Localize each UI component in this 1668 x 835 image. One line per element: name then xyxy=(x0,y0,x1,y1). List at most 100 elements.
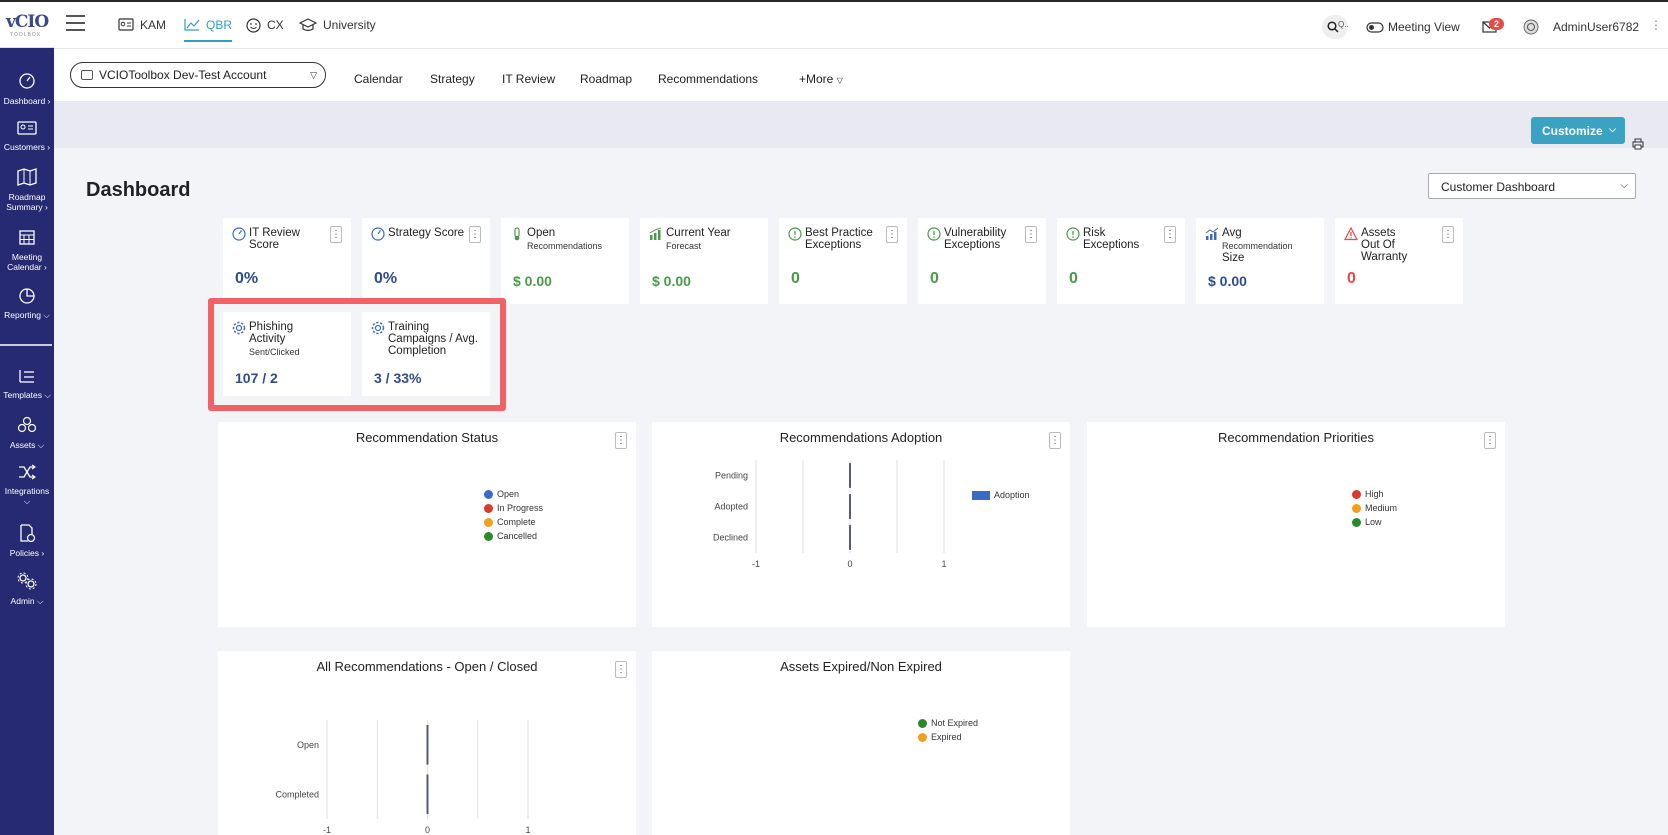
chevron-down-icon: ▽ xyxy=(310,70,317,80)
page-title: Dashboard xyxy=(86,179,191,201)
card-value: 0 xyxy=(1069,270,1078,287)
trend-chart-icon xyxy=(1205,227,1219,240)
more-options-icon[interactable]: ⋮ xyxy=(1650,18,1662,32)
card-menu-button[interactable]: ⋮ xyxy=(886,226,898,243)
bar[interactable] xyxy=(426,724,429,765)
highlight-box xyxy=(208,298,506,411)
chart-legend: Not Expired Expired xyxy=(918,716,978,744)
chevron-down-icon: ⌵ xyxy=(1620,180,1628,191)
menu-icon[interactable] xyxy=(66,15,85,31)
meeting-view-toggle[interactable]: Meeting View xyxy=(1366,20,1460,34)
chart-legend: Adoption xyxy=(972,488,1030,502)
card-title: Current Year Forecast xyxy=(666,227,746,252)
panel-assets-expired: Assets Expired/Non Expired Not Expired E… xyxy=(652,651,1070,835)
card-menu-button[interactable]: ⋮ xyxy=(1164,226,1176,243)
legend-label: Medium xyxy=(1365,503,1398,513)
avatar[interactable] xyxy=(1523,19,1539,35)
card-menu-button[interactable]: ⋮ xyxy=(330,226,342,243)
sidebar-item-integrations[interactable]: Integrations ⌵ xyxy=(0,464,54,506)
tab-label: KAM xyxy=(140,18,167,32)
sidebar-item-customers[interactable]: Customers › xyxy=(0,120,54,152)
customize-button[interactable]: Customize ⌵ xyxy=(1531,117,1625,144)
kpi-card-best-practice-exceptions[interactable]: Best Practice Exceptions ⋮ 0 xyxy=(779,218,907,304)
legend-item: Complete xyxy=(484,515,543,529)
card-subtitle: Forecast xyxy=(666,241,702,251)
sidebar-item-label: Assets xyxy=(9,440,36,450)
kpi-card-avg-recommendation-size[interactable]: Avg Recommendation Size $ 0.00 xyxy=(1196,218,1324,304)
panel-title: Recommendation Priorities xyxy=(1217,430,1375,445)
sidebar-item-label: Policies xyxy=(9,548,40,558)
subtab-it-review[interactable]: IT Review xyxy=(502,72,555,86)
sidebar-item-label: Dashboard xyxy=(3,96,46,106)
subtab-more[interactable]: +More ▽ xyxy=(799,72,843,86)
card-title: Strategy Score xyxy=(388,227,465,239)
sidebar-item-dashboard[interactable]: Dashboard › xyxy=(0,72,54,106)
legend-dot xyxy=(918,732,927,742)
gauge-icon xyxy=(371,227,385,241)
sidebar-item-meeting-calendar[interactable]: Meeting Calendar › xyxy=(0,228,54,272)
legend-label: Cancelled xyxy=(497,531,538,541)
gears-icon xyxy=(17,572,37,590)
tab-qbr[interactable]: QBR xyxy=(184,18,233,42)
kpi-card-current-year-forecast[interactable]: Current Year Forecast $ 0.00 xyxy=(640,218,768,304)
sidebar-item-templates[interactable]: Templates ⌵ xyxy=(0,368,54,400)
card-value: $ 0.00 xyxy=(513,273,552,289)
tab-kam[interactable]: KAM xyxy=(118,18,166,42)
smiley-icon xyxy=(246,18,261,33)
panel-menu-button[interactable]: ⋮ xyxy=(615,432,627,449)
dashboard-select[interactable]: Customer Dashboard ⌵ xyxy=(1428,173,1636,199)
legend-item: Adoption xyxy=(972,488,1030,502)
legend-label: High xyxy=(1365,489,1384,499)
bar[interactable] xyxy=(849,463,851,488)
account-bar: VCIOToolbox Dev-Test Account ▽ Calendar … xyxy=(54,49,1668,101)
subtab-strategy[interactable]: Strategy xyxy=(430,72,475,86)
kpi-card-vulnerability-exceptions[interactable]: Vulnerability Exceptions ⋮ 0 xyxy=(918,218,1046,304)
bar[interactable] xyxy=(849,494,851,519)
printer-icon[interactable] xyxy=(1632,138,1644,150)
sidebar-item-policies[interactable]: Policies › xyxy=(0,524,54,558)
sidebar-item-roadmap-summary[interactable]: Roadmap Summary › xyxy=(0,168,54,212)
logo-text: vCIO xyxy=(6,12,49,32)
card-title: IT Review Score xyxy=(249,227,300,251)
sidebar-item-label: Roadmap Summary xyxy=(6,192,46,212)
kpi-card-risk-exceptions[interactable]: Risk Exceptions ⋮ 0 xyxy=(1057,218,1185,304)
alert-circle-icon xyxy=(927,227,941,241)
sidebar-item-reporting[interactable]: Reporting ⌵ xyxy=(0,286,54,320)
legend-label: Complete xyxy=(497,517,536,527)
gauge-icon xyxy=(232,227,246,241)
card-menu-button[interactable]: ⋮ xyxy=(469,226,481,243)
legend-item: Not Expired xyxy=(918,716,978,730)
legend-label: Open xyxy=(497,489,520,499)
kpi-card-it-review-score[interactable]: IT Review Score ⋮ 0% xyxy=(223,218,351,304)
bar[interactable] xyxy=(426,774,429,815)
tab-label: CX xyxy=(267,18,284,32)
panel-recommendation-status: Recommendation Status ⋮ Open In Progress… xyxy=(218,422,636,627)
notification-badge: 2 xyxy=(1489,18,1505,30)
panel-menu-button[interactable]: ⋮ xyxy=(1484,432,1496,449)
search-label: Q.. xyxy=(1338,20,1349,29)
graduation-cap-icon xyxy=(299,18,317,32)
kpi-card-assets-out-of-warranty[interactable]: Assets Out Of Warranty ⋮ 0 xyxy=(1335,218,1463,304)
shuffle-icon xyxy=(19,464,36,480)
y-category-label: Completed xyxy=(275,789,319,799)
account-select[interactable]: VCIOToolbox Dev-Test Account ▽ xyxy=(70,62,326,88)
kpi-card-strategy-score[interactable]: Strategy Score ⋮ 0% xyxy=(362,218,490,304)
panel-recommendation-priorities: Recommendation Priorities ⋮ High Medium … xyxy=(1087,422,1505,627)
tab-university[interactable]: University xyxy=(299,18,376,42)
sidebar-item-label: Integrations xyxy=(4,486,50,496)
search-button[interactable]: Q.. xyxy=(1322,15,1349,39)
card-menu-button[interactable]: ⋮ xyxy=(1442,226,1454,243)
app-logo[interactable]: vCIO TOOLBOX xyxy=(0,2,54,48)
card-value: 0% xyxy=(374,270,398,287)
bar[interactable] xyxy=(849,525,851,550)
sidebar-item-admin[interactable]: Admin ⌵ xyxy=(0,572,54,606)
tab-cx[interactable]: CX xyxy=(246,18,284,42)
sidebar-item-assets[interactable]: Assets ⌵ xyxy=(0,416,54,450)
kpi-card-open-recommendations[interactable]: Open Recommendations $ 0.00 xyxy=(501,218,629,304)
subtab-recommendations[interactable]: Recommendations xyxy=(658,72,758,86)
username[interactable]: AdminUser6782 xyxy=(1553,20,1639,34)
subtab-calendar[interactable]: Calendar xyxy=(354,72,403,86)
sidebar-item-label: Customers xyxy=(3,142,45,152)
subtab-roadmap[interactable]: Roadmap xyxy=(580,72,632,86)
card-menu-button[interactable]: ⋮ xyxy=(1025,226,1037,243)
